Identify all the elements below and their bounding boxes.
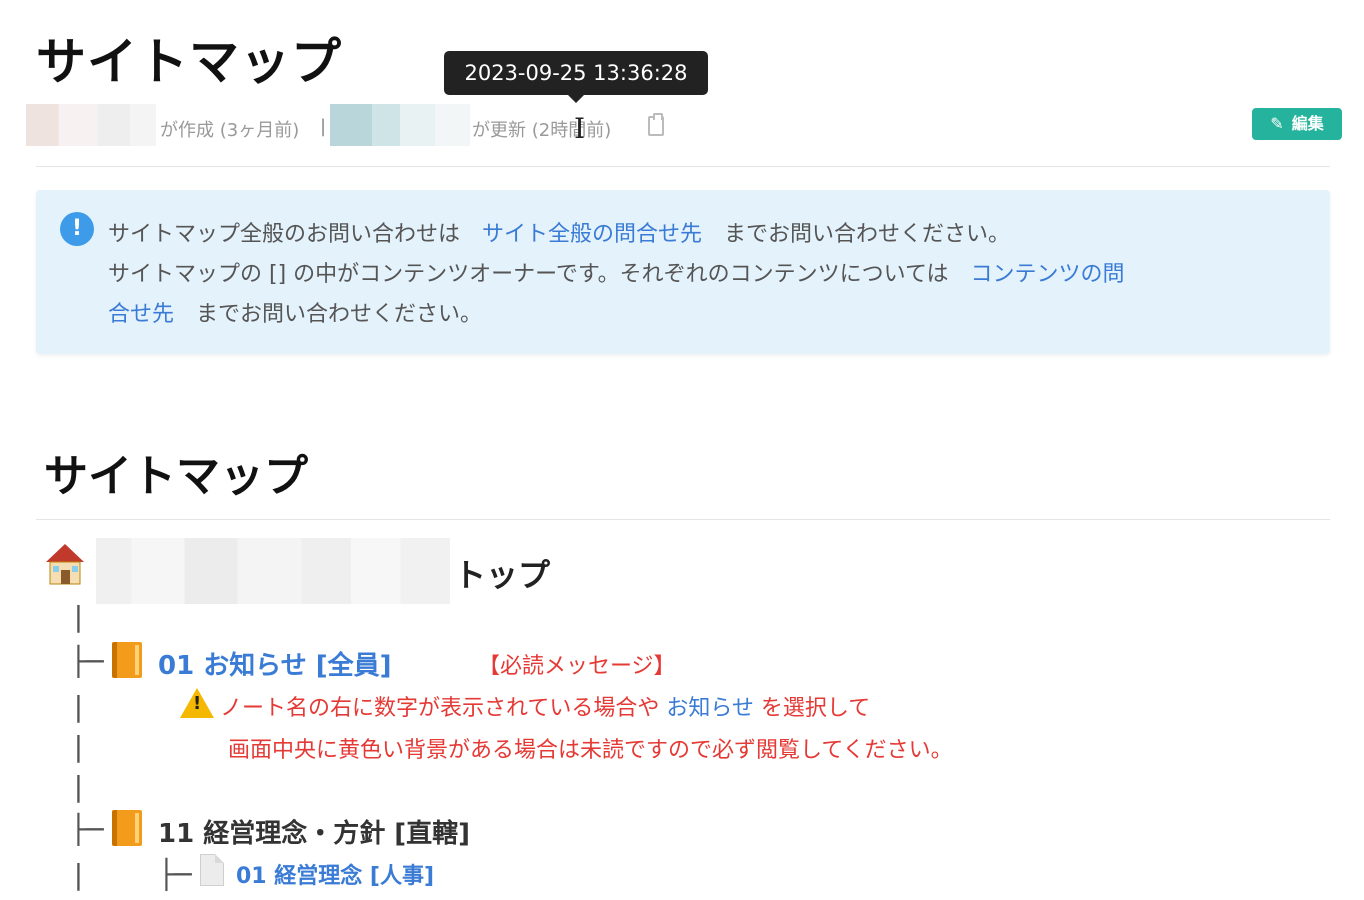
sitemap-heading: サイトマップ <box>44 451 308 502</box>
warning-line-1: ノート名の右に数字が表示されている場合や お知らせ を選択して <box>220 690 870 722</box>
updated-info[interactable]: が更新 (2時間前) <box>472 116 611 142</box>
page-meta: が作成 (3ヶ月前) | が更新 (2時間前) <box>26 104 726 148</box>
text-cursor-icon: I <box>574 112 586 145</box>
pencil-icon: ✎ <box>1270 114 1284 133</box>
warning-icon-mark: ! <box>193 693 202 714</box>
must-read-tag: 【必読メッセージ】 <box>478 654 676 679</box>
tree-branch: ├─ <box>70 645 104 678</box>
header-divider <box>36 166 1330 167</box>
content-contact-link[interactable]: コンテンツの問 <box>971 262 1125 287</box>
info-line-2: サイトマップの [] の中がコンテンツオーナーです。それぞれのコンテンツについて… <box>108 256 1125 288</box>
tree-branch: ├─ <box>158 858 192 891</box>
document-icon <box>200 854 224 886</box>
info-text: サイトマップ全般のお問い合わせは <box>108 222 461 247</box>
info-line-1: サイトマップ全般のお問い合わせは サイト全般の問合せ先 までお問い合わせください。 <box>108 216 1010 248</box>
created-info: が作成 (3ヶ月前) <box>160 120 300 141</box>
tree-line: | <box>70 770 87 803</box>
tree-line: | <box>70 858 87 891</box>
warning-text: ノート名の右に数字が表示されている場合や <box>220 696 660 721</box>
info-text: までお問い合わせください。 <box>196 302 483 327</box>
tree-branch: ├─ <box>70 813 104 846</box>
info-box: ! サイトマップ全般のお問い合わせは サイト全般の問合せ先 までお問い合わせください… <box>36 190 1330 354</box>
sitemap-node-philosophy[interactable]: 11 経営理念・方針 [直轄] <box>158 813 470 850</box>
info-text: までお問い合わせください。 <box>724 222 1011 247</box>
tree-line: | <box>70 730 87 763</box>
news-link[interactable]: お知らせ <box>666 696 754 721</box>
timestamp-tooltip: 2023-09-25 13:36:28 <box>444 51 708 95</box>
warning-line-2: 画面中央に黄色い背景がある場合は未読ですので必ず閲覧してください。 <box>228 738 953 763</box>
info-text: サイトマップの [] の中がコンテンツオーナーです。それぞれのコンテンツについて… <box>108 262 949 287</box>
edit-button-label: 編集 <box>1291 114 1324 133</box>
info-icon: ! <box>60 212 94 246</box>
sitemap-node-philosophy-child[interactable]: 01 経営理念 [人事] <box>236 858 434 890</box>
house-icon <box>46 544 84 585</box>
updater-avatar-blurred[interactable] <box>330 104 470 146</box>
page-title: サイトマップ <box>36 33 342 91</box>
meta-separator: | <box>320 116 327 137</box>
sitemap-node-news[interactable]: 01 お知らせ [全員] <box>158 645 392 682</box>
creator-avatar-blurred[interactable] <box>26 104 156 146</box>
content-contact-link-cont[interactable]: 合せ先 <box>108 302 174 327</box>
book-icon <box>112 810 142 846</box>
section-divider <box>36 519 1330 520</box>
book-icon <box>112 642 142 678</box>
tooltip-arrow <box>568 95 584 103</box>
clipboard-icon[interactable] <box>648 113 664 136</box>
warning-text: を選択して <box>760 696 871 721</box>
tree-line: | <box>70 690 87 723</box>
site-name-blurred <box>96 538 450 604</box>
edit-button[interactable]: ✎ 編集 <box>1252 108 1342 140</box>
sitemap-top-link[interactable]: トップ <box>454 550 550 596</box>
info-line-3: 合せ先 までお問い合わせください。 <box>108 296 482 328</box>
tree-line: | <box>70 600 87 633</box>
general-contact-link[interactable]: サイト全般の問合せ先 <box>482 222 702 247</box>
